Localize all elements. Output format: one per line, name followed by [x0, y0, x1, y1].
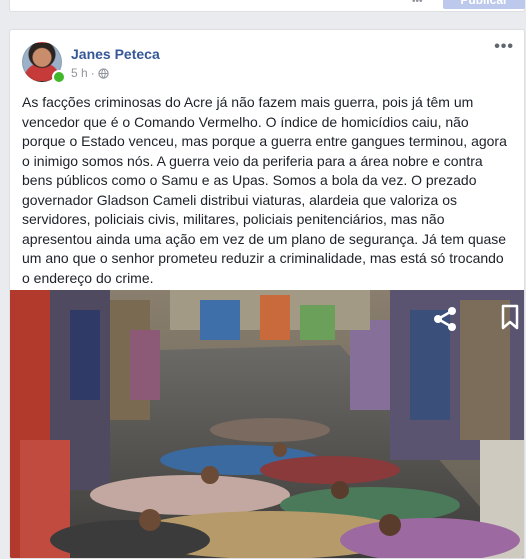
- post-body-text: As facções criminosas do Acre já não faz…: [22, 94, 507, 286]
- post-meta: 5 h ·: [71, 66, 109, 80]
- share-icon[interactable]: [431, 305, 459, 333]
- post-author-name[interactable]: Janes Peteca: [71, 46, 160, 62]
- previous-post-card-edge: ••• Publicar: [9, 0, 525, 12]
- more-horizontal-icon[interactable]: •••: [494, 39, 514, 55]
- publish-button[interactable]: Publicar: [443, 0, 525, 9]
- globe-icon[interactable]: [98, 67, 109, 79]
- post-card: Janes Peteca 5 h · ••• As facções crimin…: [9, 29, 525, 559]
- meta-separator: ·: [90, 66, 95, 80]
- previous-card-more-icon[interactable]: •••: [412, 0, 423, 7]
- online-status-indicator: [52, 70, 66, 84]
- bookmark-icon[interactable]: [501, 304, 519, 330]
- post-timestamp[interactable]: 5 h: [71, 66, 88, 80]
- post-photo[interactable]: [10, 290, 524, 558]
